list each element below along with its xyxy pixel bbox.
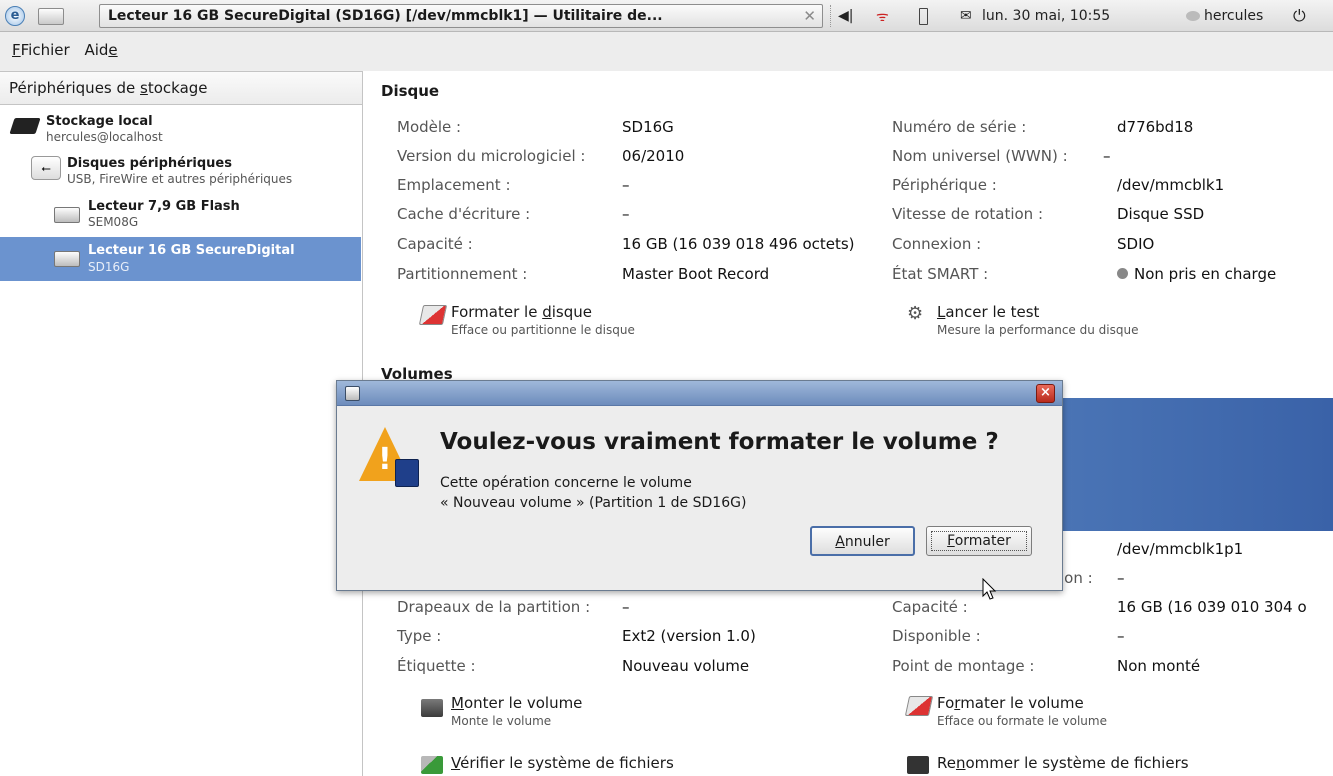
home-icon[interactable]: e xyxy=(5,0,27,32)
volume-device-value: /dev/mmcblk1p1 xyxy=(1117,540,1244,558)
dialog-title: Voulez-vous vraiment formater le volume … xyxy=(440,429,999,455)
wifi-icon[interactable]: ᯤ xyxy=(876,0,889,32)
capacity-label: Capacité : xyxy=(397,235,473,253)
smart-label: État SMART : xyxy=(892,265,989,283)
dialog-titlebar[interactable]: × xyxy=(337,381,1062,406)
menubar: FFichier Aide xyxy=(0,32,1333,71)
capacity-value: 16 GB (16 039 018 496 octets) xyxy=(622,235,855,253)
type-value: Ext2 (version 1.0) xyxy=(622,627,756,645)
user-menu[interactable]: hercules xyxy=(1204,0,1263,32)
mail-icon[interactable]: ✉ xyxy=(960,0,972,32)
label-value: Nouveau volume xyxy=(622,657,750,675)
available-label: Disponible : xyxy=(892,627,981,645)
power-icon[interactable]: ⏻ xyxy=(1293,0,1306,32)
volume-capacity-value: 16 GB (16 039 010 304 o xyxy=(1117,598,1307,616)
dialog-message-line2: « Nouveau volume » (Partition 1 de SD16G… xyxy=(440,495,747,511)
partitioning-label: Partitionnement : xyxy=(397,265,528,283)
serial-value: d776bd18 xyxy=(1117,118,1194,136)
volume-partial-label: ion : xyxy=(1060,569,1093,587)
disk-section-title: Disque xyxy=(381,82,440,100)
sidebar-item-sd-card[interactable]: Lecteur 16 GB SecureDigital SD16G xyxy=(0,237,361,281)
volume-graph[interactable] xyxy=(1062,398,1333,531)
available-value: – xyxy=(1117,627,1125,645)
smart-value: Non pris en charge xyxy=(1117,265,1276,283)
benchmark-gears-icon: ⚙ xyxy=(907,303,924,324)
check-filesystem-button[interactable]: Vérifier le système de fichiers xyxy=(417,754,737,776)
taskbar-window-button[interactable]: Lecteur 16 GB SecureDigital (SD16G) [/de… xyxy=(99,4,823,28)
usb-icon: ⭠ xyxy=(31,156,61,180)
format-icon xyxy=(418,305,448,325)
rotation-label: Vitesse de rotation : xyxy=(892,205,1043,223)
format-disk-button[interactable]: Formater le disque Efface ou partitionne… xyxy=(417,303,717,343)
clock[interactable]: lun. 30 mai, 10:55 xyxy=(982,0,1110,32)
mount-point-label: Point de montage : xyxy=(892,657,1035,675)
location-value: – xyxy=(622,176,630,194)
user-status-icon xyxy=(1186,0,1200,32)
rename-filesystem-button[interactable]: Renommer le système de fichiers xyxy=(903,754,1243,776)
label-label: Étiquette : xyxy=(397,657,476,675)
top-panel: e Lecteur 16 GB SecureDigital (SD16G) [/… xyxy=(0,0,1333,32)
menu-help[interactable]: Aide xyxy=(84,41,117,59)
type-label: Type : xyxy=(397,627,442,645)
drive-icon xyxy=(54,207,80,223)
format-icon xyxy=(904,696,934,716)
cancel-button[interactable]: Annuler xyxy=(810,526,915,556)
mouse-cursor-icon xyxy=(982,578,997,600)
check-icon xyxy=(421,756,443,774)
benchmark-button[interactable]: ⚙ Lancer le test Mesure la performance d… xyxy=(903,303,1223,343)
smart-status-icon xyxy=(1117,268,1128,279)
storage-sidebar: Périphériques de stockage Stockage local… xyxy=(0,71,363,776)
sd-card-icon xyxy=(395,459,419,487)
mount-point-value: Non monté xyxy=(1117,657,1201,675)
laptop-icon xyxy=(9,118,41,134)
firmware-value: 06/2010 xyxy=(622,147,685,165)
model-value: SD16G xyxy=(622,118,674,136)
warning-exclamation: ! xyxy=(378,442,392,477)
connection-label: Connexion : xyxy=(892,235,982,253)
dialog-message-line1: Cette opération concerne le volume xyxy=(440,475,692,491)
mount-volume-button[interactable]: Monter le volume Monte le volume xyxy=(417,694,717,734)
firmware-label: Version du micrologiciel : xyxy=(397,147,586,165)
close-window-icon[interactable]: ✕ xyxy=(803,7,816,25)
wwn-value: – xyxy=(1103,147,1111,165)
model-label: Modèle : xyxy=(397,118,462,136)
sidebar-item-peripheral-disks[interactable]: ⭠ Disques périphériques USB, FireWire et… xyxy=(0,152,361,190)
partitioning-value: Master Boot Record xyxy=(622,265,770,283)
tray-separator xyxy=(830,0,836,32)
menu-file[interactable]: FFichier xyxy=(12,41,70,59)
sidebar-header: Périphériques de stockage xyxy=(0,72,362,105)
write-cache-label: Cache d'écriture : xyxy=(397,205,531,223)
volume-partial-value: – xyxy=(1117,569,1125,587)
location-label: Emplacement : xyxy=(397,176,511,194)
partition-flags-label: Drapeaux de la partition : xyxy=(397,598,591,616)
sidebar-item-flash-drive[interactable]: Lecteur 7,9 GB Flash SEM08G xyxy=(0,195,361,233)
device-label: Périphérique : xyxy=(892,176,997,194)
volume-capacity-label: Capacité : xyxy=(892,598,968,616)
rename-icon xyxy=(907,756,929,774)
serial-label: Numéro de série : xyxy=(892,118,1027,136)
device-value: /dev/mmcblk1 xyxy=(1117,176,1225,194)
sidebar-item-local-storage[interactable]: Stockage local hercules@localhost xyxy=(0,110,361,148)
drive-icon xyxy=(54,251,80,267)
window-title: Lecteur 16 GB SecureDigital (SD16G) [/de… xyxy=(108,8,663,24)
format-volume-button[interactable]: Formater le volume Efface ou formate le … xyxy=(903,694,1223,734)
battery-icon[interactable] xyxy=(919,0,928,32)
disk-utility-icon[interactable] xyxy=(38,0,64,32)
rotation-value: Disque SSD xyxy=(1117,205,1205,223)
format-button[interactable]: Formater xyxy=(926,526,1032,556)
connection-value: SDIO xyxy=(1117,235,1155,253)
confirm-format-dialog: × ! Voulez-vous vraiment formater le vol… xyxy=(336,380,1063,591)
mount-icon xyxy=(421,699,443,717)
wwn-label: Nom universel (WWN) : xyxy=(892,147,1068,165)
close-dialog-button[interactable]: × xyxy=(1036,384,1055,403)
volume-icon[interactable]: ◀| xyxy=(838,0,853,32)
partition-flags-value: – xyxy=(622,598,630,616)
write-cache-value: – xyxy=(622,205,630,223)
window-menu-icon[interactable] xyxy=(345,386,360,401)
